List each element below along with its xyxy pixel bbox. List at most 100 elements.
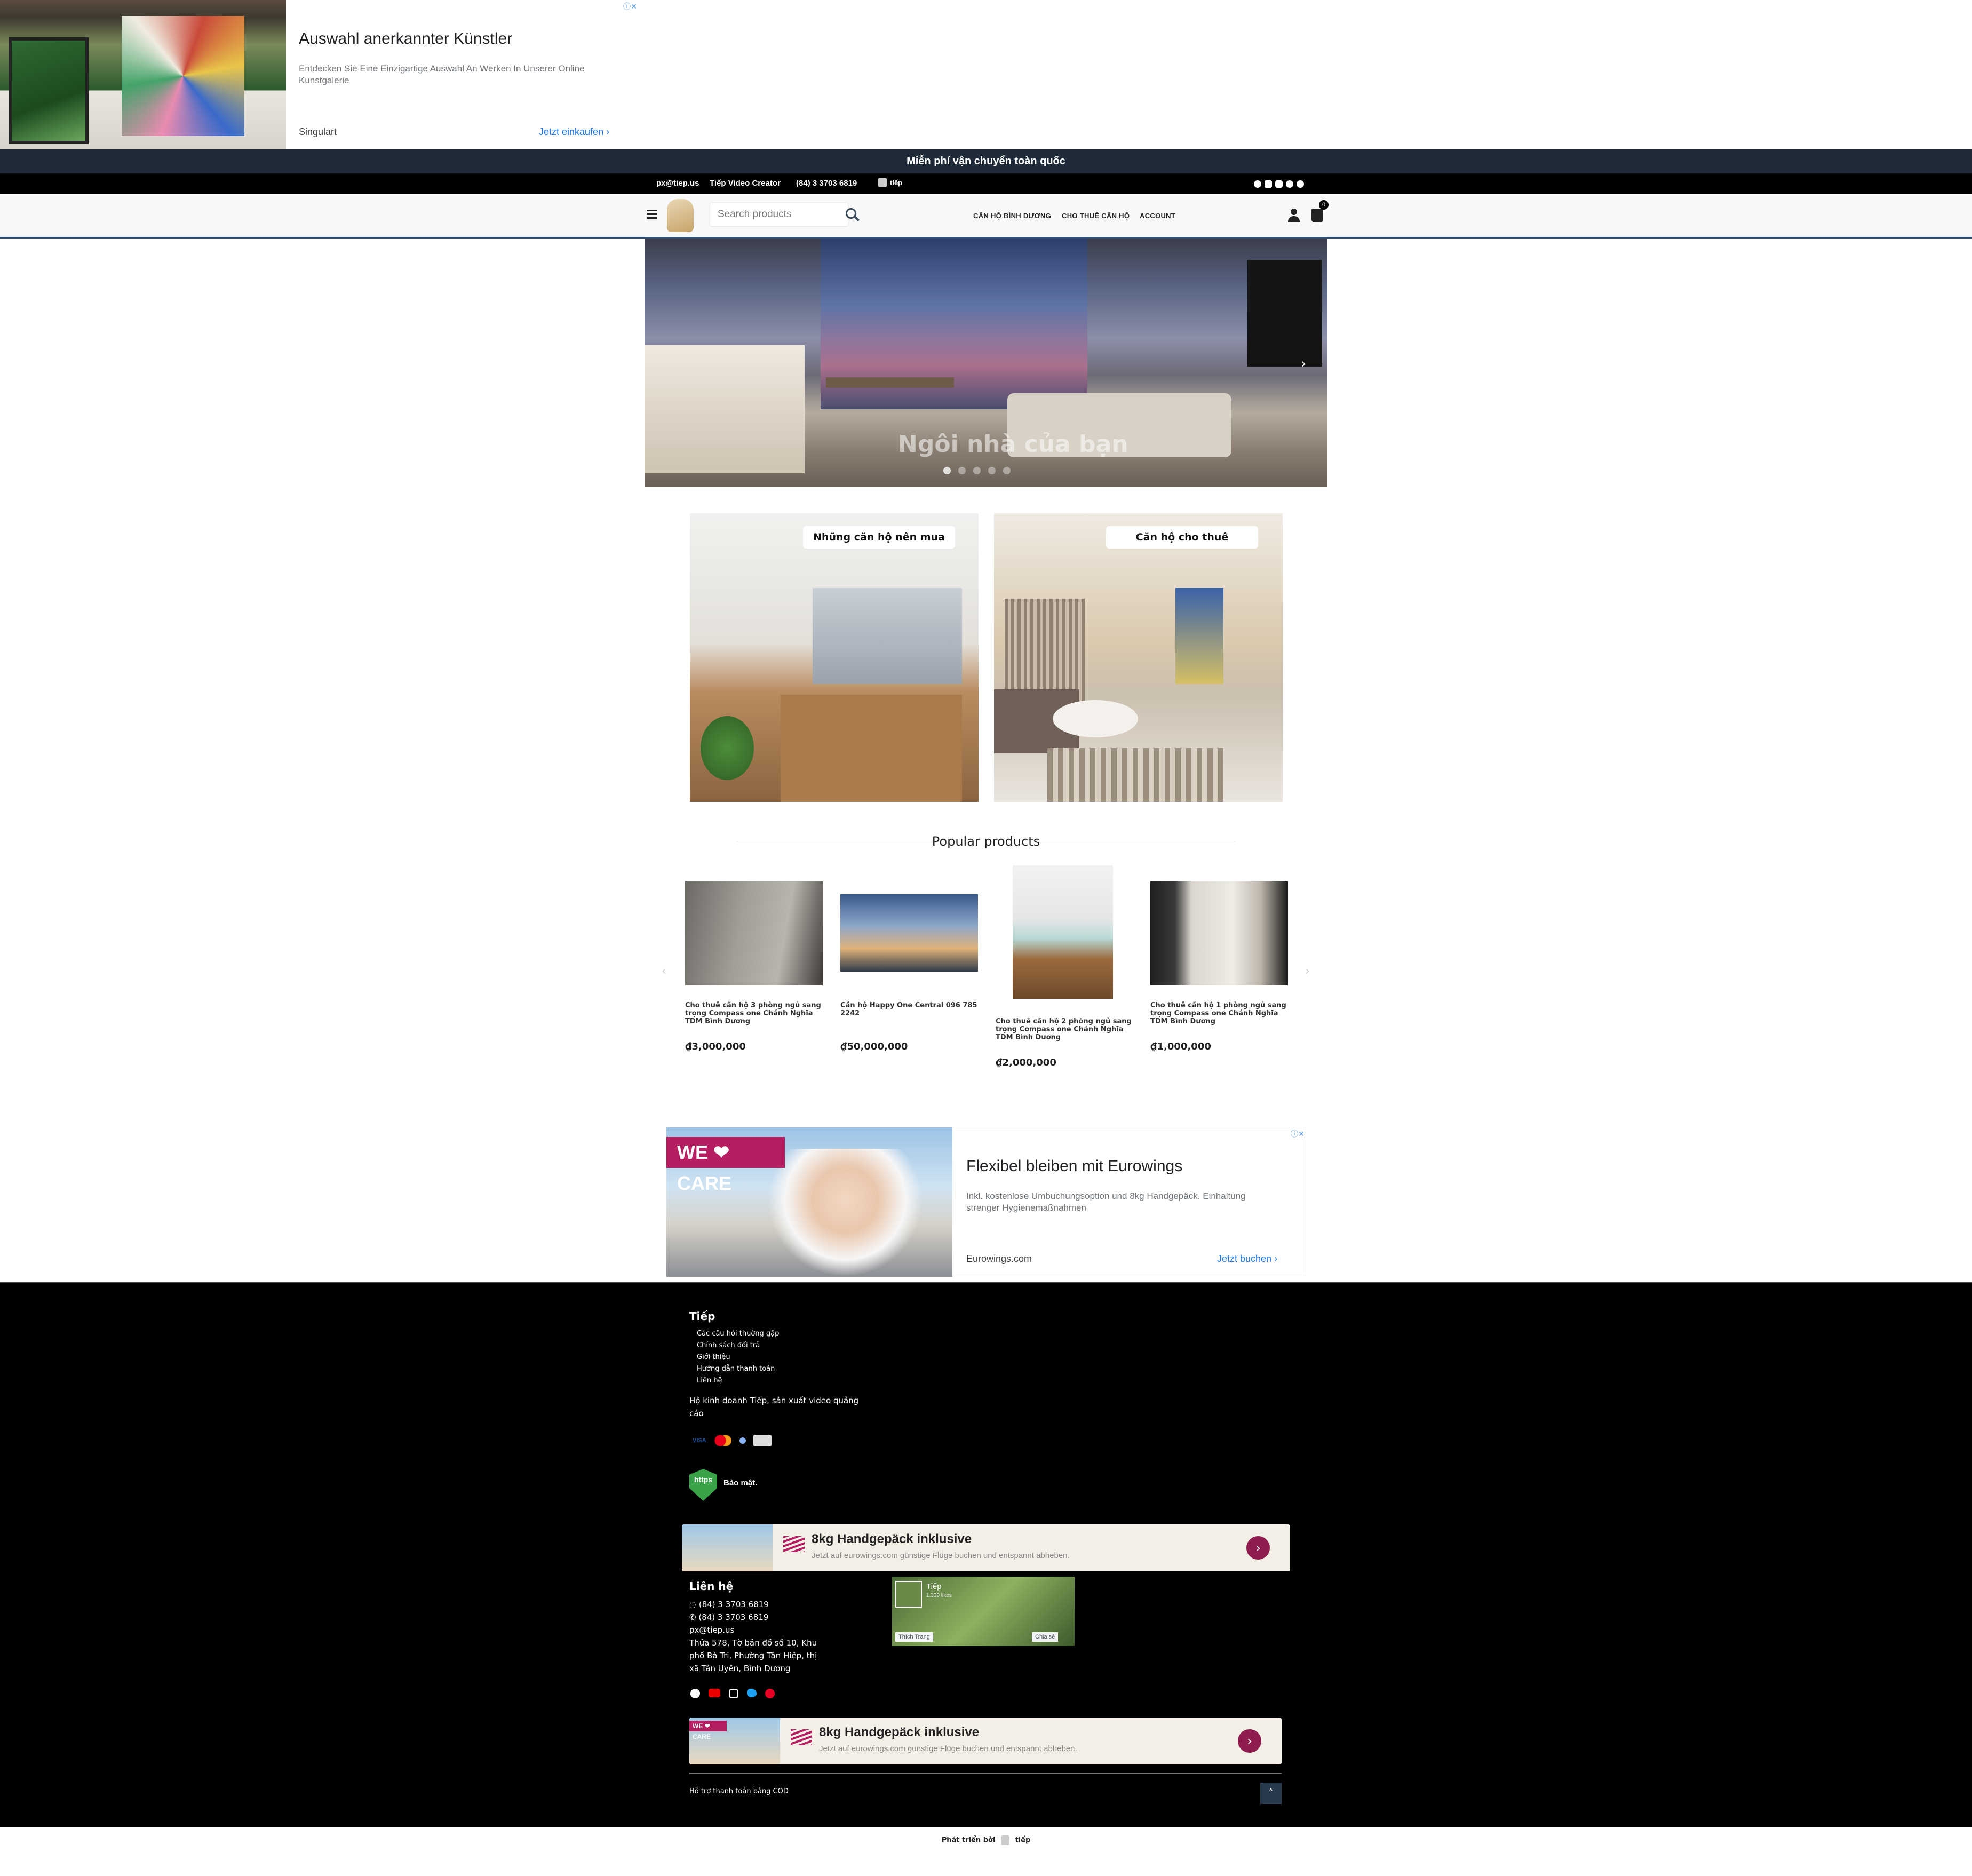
footer-whatsapp[interactable]: ◌ (84) 3 3703 6819: [689, 1598, 769, 1611]
nav-can-ho-binh-duong[interactable]: CĂN HỘ BÌNH DƯƠNG: [973, 212, 1051, 220]
ad-site: Singulart: [299, 126, 337, 137]
product-name[interactable]: Căn hộ Happy One Central 096 785 2242: [840, 1001, 978, 1031]
product-card[interactable]: Căn hộ Happy One Central 096 785 2242 ₫5…: [840, 881, 978, 1052]
youtube-icon[interactable]: [709, 1689, 720, 1697]
ad-title[interactable]: Flexibel bleiben mit Eurowings: [966, 1157, 1182, 1175]
product-card[interactable]: Cho thuê căn hộ 1 phòng ngủ sang trọng C…: [1150, 881, 1288, 1052]
payment-icons: VISA: [693, 1435, 772, 1446]
nav-account[interactable]: ACCOUNT: [1140, 212, 1175, 220]
cart-icon[interactable]: [1311, 209, 1323, 222]
ad-cta-button[interactable]: Jetzt buchen ›: [1217, 1253, 1277, 1265]
pinterest-icon[interactable]: [1297, 180, 1304, 188]
ad-choices-icon[interactable]: ⓘ✕: [623, 1, 637, 12]
whatsapp-icon: ◌: [689, 1600, 699, 1609]
slider-dot[interactable]: [988, 467, 996, 474]
youtube-icon[interactable]: [1265, 180, 1272, 188]
mastercard-icon: [713, 1435, 732, 1446]
hero-kitchen-island: [645, 345, 805, 473]
banner-ad-arrow-icon[interactable]: ›: [1246, 1536, 1270, 1560]
facebook-page-widget[interactable]: Tiếp 1.339 likes Thích Trang Chia sẻ: [892, 1577, 1075, 1646]
topbar-creator[interactable]: Tiếp Video Creator: [710, 179, 781, 188]
instagram-icon[interactable]: [729, 1689, 738, 1698]
ad-choices-icon[interactable]: ⓘ✕: [1291, 1128, 1305, 1139]
slider-dot[interactable]: [943, 467, 951, 474]
search-icon-handle: [854, 216, 860, 221]
nav-cho-thue-can-ho[interactable]: CHO THUÊ CĂN HỘ: [1062, 212, 1130, 220]
bottom-ad-arrow-icon[interactable]: ›: [1238, 1729, 1261, 1753]
footer-social-links: [690, 1689, 775, 1698]
product-image[interactable]: [685, 881, 823, 985]
footer-phone-number: (84) 3 3703 6819: [698, 1612, 769, 1622]
instagram-icon[interactable]: [1275, 180, 1283, 188]
facebook-icon[interactable]: [690, 1689, 700, 1698]
ad-title[interactable]: Auswahl anerkannter Künstler: [299, 30, 512, 48]
hero-dining-table: [826, 377, 954, 388]
fb-like-page-button[interactable]: Thích Trang: [895, 1632, 933, 1642]
ad-site: Eurowings.com: [966, 1253, 1032, 1264]
fb-page-avatar: [895, 1581, 922, 1608]
fb-share-button[interactable]: Chia sẻ: [1032, 1632, 1059, 1642]
ad-cta-button[interactable]: Jetzt einkaufen ›: [539, 126, 609, 138]
slider-dot[interactable]: [1003, 467, 1011, 474]
footer-link-payment-guide[interactable]: Hướng dẫn thanh toán: [697, 1363, 779, 1375]
footer-phone[interactable]: ✆ (84) 3 3703 6819: [689, 1611, 768, 1624]
top-advertisement[interactable]: Auswahl anerkannter Künstler Entdecken S…: [0, 0, 640, 149]
footer-banner-ad[interactable]: 8kg Handgepäck inklusive Jetzt auf eurow…: [682, 1524, 1290, 1571]
carousel-prev-icon[interactable]: ‹: [662, 965, 666, 978]
footer-link-about[interactable]: Giới thiệu: [697, 1352, 779, 1363]
secure-shield-icon: https: [689, 1469, 717, 1501]
mid-advertisement[interactable]: WE ❤ CARE Flexibel bleiben mit Eurowings…: [666, 1127, 1306, 1277]
facebook-icon[interactable]: [1254, 180, 1261, 188]
product-card[interactable]: Cho thuê căn hộ 3 phòng ngủ sang trọng C…: [685, 881, 823, 1052]
twitter-icon[interactable]: [747, 1689, 757, 1697]
product-name[interactable]: Cho thuê căn hộ 1 phòng ngủ sang trọng C…: [1150, 1001, 1288, 1031]
hero-slider[interactable]: Ngôi nhà của bạn ›: [645, 239, 1327, 487]
product-image[interactable]: [1150, 881, 1288, 985]
ad-description: Entdecken Sie Eine Einzigartige Auswahl …: [299, 63, 585, 85]
topbar-phone[interactable]: (84) 3 3703 6819: [796, 179, 857, 188]
bottom-ad-title[interactable]: 8kg Handgepäck inklusive: [819, 1725, 979, 1740]
footer-bottom-ad[interactable]: WE ❤ CARE 8kg Handgepäck inklusive Jetzt…: [689, 1718, 1282, 1764]
fb-page-name[interactable]: Tiếp: [926, 1582, 942, 1591]
topbar-email[interactable]: px@tiep.us: [656, 179, 699, 188]
carousel-next-icon[interactable]: ›: [1305, 965, 1310, 978]
card-table: [781, 695, 962, 802]
footer-link-faq[interactable]: Các câu hỏi thường gặp: [697, 1328, 779, 1340]
paypal-icon: [739, 1437, 746, 1444]
footer-contact-heading: Liên hệ: [689, 1580, 734, 1593]
banner-ad-image: [682, 1524, 773, 1571]
ad-image: [0, 0, 286, 149]
developer-credit: Phát triển bởi tiếp: [0, 1835, 1972, 1845]
category-label-rent: Căn hộ cho thuê: [1106, 526, 1258, 549]
slider-next-icon[interactable]: ›: [1301, 356, 1306, 372]
menu-icon[interactable]: [647, 210, 657, 219]
cart-count-badge: 0: [1319, 200, 1329, 210]
category-card-buy[interactable]: Những căn hộ nên mua: [690, 513, 979, 802]
slider-dot[interactable]: [973, 467, 981, 474]
product-name[interactable]: Cho thuê căn hộ 2 phòng ngủ sang trọng C…: [996, 1018, 1133, 1047]
footer-email[interactable]: px@tiep.us: [689, 1624, 734, 1636]
ad-image: WE ❤ CARE: [666, 1127, 952, 1277]
footer-link-returns[interactable]: Chính sách đổi trả: [697, 1340, 779, 1352]
user-icon[interactable]: [1288, 209, 1300, 222]
slider-dot[interactable]: [958, 467, 966, 474]
site-logo[interactable]: [667, 199, 694, 232]
product-name[interactable]: Cho thuê căn hộ 3 phòng ngủ sang trọng C…: [685, 1001, 823, 1031]
site-header: CĂN HỘ BÌNH DƯƠNG CHO THUÊ CĂN HỘ ACCOUN…: [0, 194, 1972, 239]
category-card-rent[interactable]: Căn hộ cho thuê: [994, 513, 1283, 802]
banner-ad-title[interactable]: 8kg Handgepäck inklusive: [812, 1532, 972, 1547]
back-to-top-button[interactable]: ˄: [1260, 1783, 1282, 1804]
product-image[interactable]: [840, 881, 978, 985]
footer-link-contact[interactable]: Liên hệ: [697, 1375, 779, 1387]
hero-tv: [1247, 260, 1322, 367]
ad-badge: WE ❤ CARE: [666, 1137, 785, 1194]
ad-image-window: [9, 37, 89, 144]
card-coffee-table: [1053, 700, 1138, 737]
pinterest-icon[interactable]: [765, 1689, 775, 1698]
product-image[interactable]: [996, 865, 1133, 999]
search-input[interactable]: [710, 203, 817, 226]
credit-brand[interactable]: tiếp: [1015, 1837, 1030, 1845]
twitter-icon[interactable]: [1286, 180, 1293, 188]
product-card[interactable]: Cho thuê căn hộ 2 phòng ngủ sang trọng C…: [996, 865, 1133, 1068]
hero-caption: Ngôi nhà của bạn: [898, 431, 1128, 458]
